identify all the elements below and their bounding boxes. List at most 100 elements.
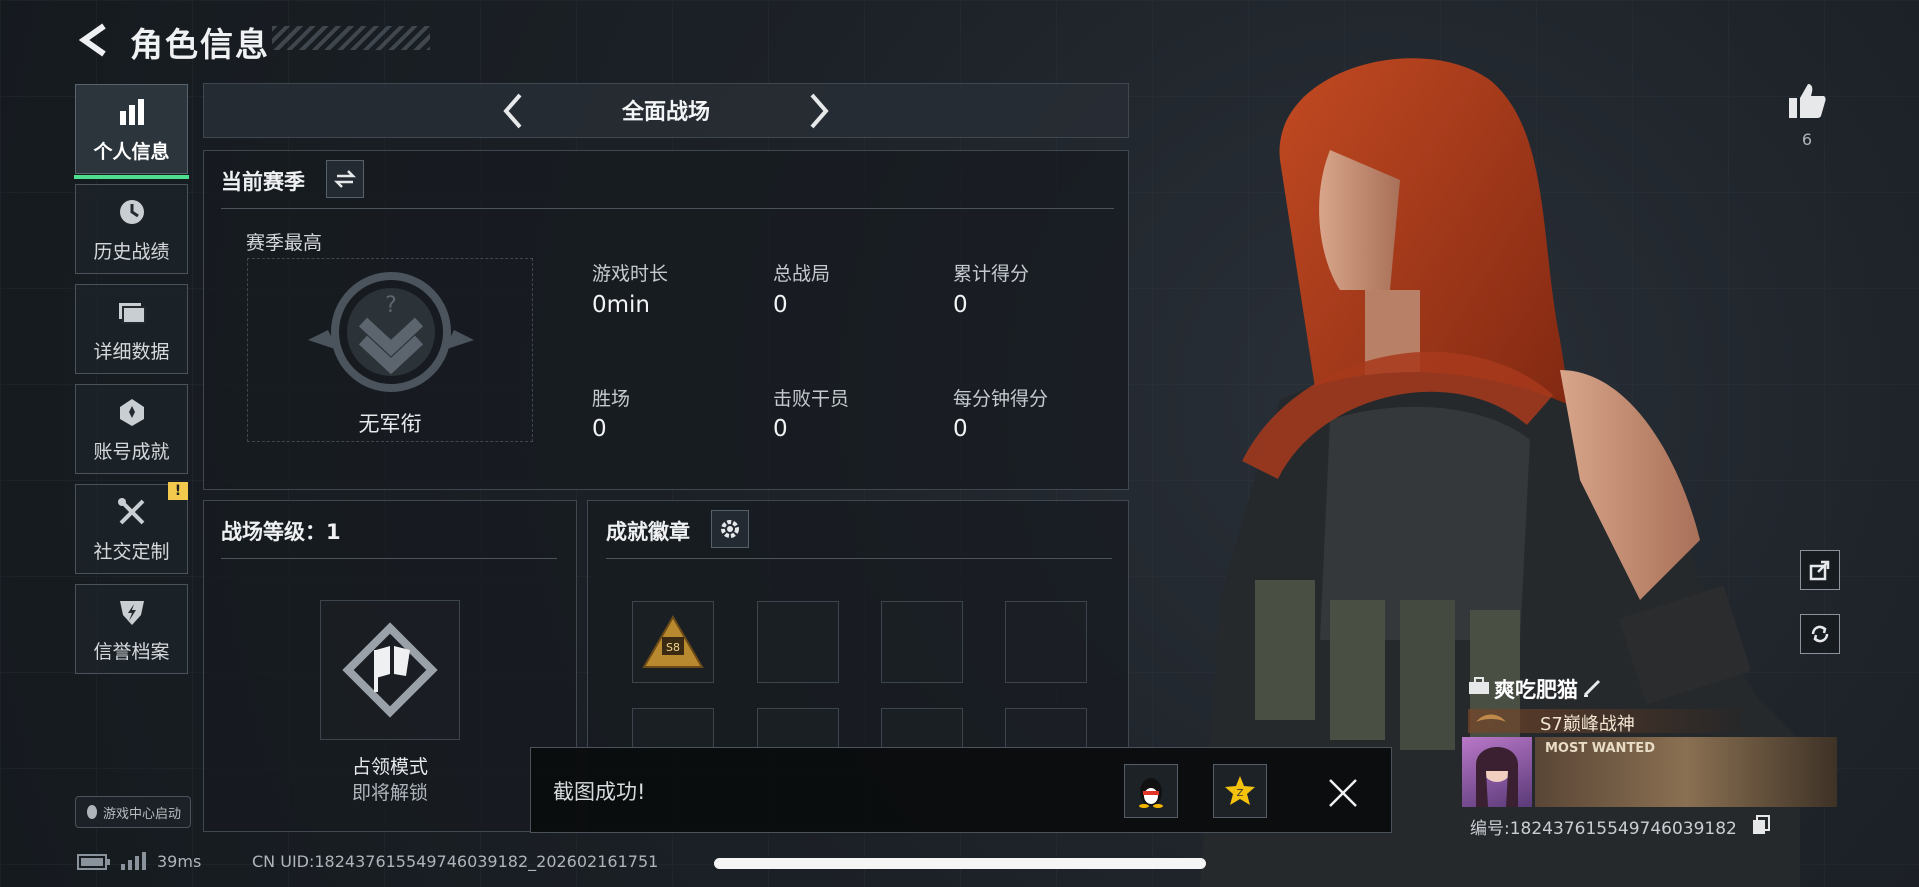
divider — [221, 558, 557, 559]
stat-value: 0 — [773, 416, 788, 442]
stat-value: 0 — [773, 292, 788, 318]
thumbs-up-icon — [1789, 84, 1826, 118]
bar-chart-icon — [115, 95, 149, 129]
clock-icon — [115, 195, 149, 229]
rank-emblem-icon: ? — [308, 272, 474, 392]
svg-text:?: ? — [385, 293, 397, 318]
share-icon — [1809, 560, 1830, 581]
uid-text: CN UID:18243761554974603918​2_2026021617… — [252, 852, 659, 871]
close-icon — [1329, 779, 1357, 807]
divider — [606, 558, 1112, 559]
nav-item-detail-data[interactable]: 详细数据 — [75, 284, 188, 374]
share-qq-button[interactable] — [1124, 764, 1178, 818]
game-center-button[interactable]: 游戏中心启动 — [75, 796, 191, 828]
nav-label: 账号成就 — [93, 441, 170, 463]
tools-icon — [115, 495, 149, 529]
title-decoration — [272, 26, 430, 50]
badge-slot[interactable] — [881, 601, 963, 683]
qq-penguin-icon — [1139, 778, 1163, 808]
stat-value: 0min — [592, 292, 651, 318]
capture-flag-icon — [342, 622, 438, 718]
name-card-banner: MOST WANTED — [1535, 737, 1837, 807]
refresh-button[interactable] — [1800, 614, 1840, 654]
battlefield-level: 战场等级：1 — [221, 520, 341, 544]
mode-icon-frame — [320, 600, 460, 740]
badge-slot-1[interactable]: S8 — [632, 601, 714, 683]
signal-icon — [121, 852, 146, 870]
like-count: 6 — [1801, 130, 1813, 149]
qq-penguin-icon — [86, 805, 97, 819]
season-best-label: 赛季最高 — [246, 232, 323, 254]
chevron-left-icon — [503, 93, 522, 129]
avatar[interactable] — [1462, 737, 1532, 807]
stat-value: 0 — [953, 292, 968, 318]
stat-value: 0 — [592, 416, 607, 442]
badge-slot[interactable] — [632, 708, 714, 748]
notification-badge: ! — [168, 482, 188, 500]
nav-label: 社交定制 — [93, 541, 170, 563]
copy-icon[interactable] — [1752, 815, 1770, 835]
share-button[interactable] — [1800, 550, 1840, 590]
stat-value: 0 — [953, 416, 968, 442]
medal-icon — [115, 395, 149, 429]
refresh-icon — [1811, 625, 1829, 643]
folder-icon — [115, 295, 149, 329]
player-title: S7巅峰战神 — [1540, 714, 1635, 735]
battery-icon — [77, 854, 110, 870]
back-button[interactable] — [74, 20, 114, 60]
svg-text:S8: S8 — [666, 641, 680, 654]
badges-settings-button[interactable] — [711, 510, 749, 548]
ping-value: 39ms — [157, 852, 202, 871]
nav-label: 历史战绩 — [93, 241, 170, 263]
shield-icon — [115, 595, 149, 629]
like-button[interactable] — [1786, 80, 1828, 122]
stat-label: 累计得分 — [953, 263, 1030, 285]
season-title: 当前赛季 — [221, 170, 305, 194]
chevron-right-icon — [810, 93, 829, 129]
nav-item-reputation[interactable]: 信誉档案 — [75, 584, 188, 674]
nav-item-history[interactable]: 历史战绩 — [75, 184, 188, 274]
stat-label: 胜场 — [592, 388, 631, 410]
rank-wing-icon — [1476, 714, 1506, 722]
game-center-label: 游戏中心启动 — [102, 806, 181, 822]
qzone-star-icon: Z — [1225, 776, 1255, 805]
divider — [221, 208, 1114, 209]
stat-label: 击败干员 — [773, 388, 850, 410]
badge-slot[interactable] — [757, 601, 839, 683]
briefcase-icon — [1469, 677, 1489, 694]
toast-message: 截图成功! — [553, 780, 646, 804]
rank-name: 无军衔 — [358, 412, 422, 436]
mode-status: 即将解锁 — [351, 782, 428, 804]
mode-title: 全面战场 — [621, 100, 710, 125]
nav-item-personal-info[interactable]: 个人信息 — [74, 84, 189, 179]
badge-slot[interactable] — [1005, 708, 1087, 748]
svg-text:Z: Z — [1237, 788, 1244, 799]
badge-slot[interactable] — [757, 708, 839, 748]
stat-label: 总战局 — [773, 263, 831, 285]
badge-slot[interactable] — [1005, 601, 1087, 683]
edit-pencil-icon[interactable] — [1582, 678, 1602, 698]
stat-label: 每分钟得分 — [953, 388, 1049, 410]
s8-badge-icon: S8 — [642, 615, 704, 668]
nav-item-achievements[interactable]: 账号成就 — [75, 384, 188, 474]
toast-close-button[interactable] — [1326, 776, 1360, 810]
player-id: 编号:1824376155497460391​82 — [1470, 819, 1737, 839]
share-qzone-button[interactable]: Z — [1213, 764, 1267, 818]
player-name: 爽吃肥猫 — [1494, 678, 1578, 702]
nav-label: 详细数据 — [93, 341, 170, 363]
mode-name: 占领模式 — [351, 756, 428, 778]
back-arrow-icon — [78, 23, 106, 57]
page-title: 角色信息 — [130, 25, 270, 64]
home-indicator[interactable] — [714, 858, 1206, 869]
swap-arrows-icon — [334, 170, 356, 188]
season-switch-button[interactable] — [326, 160, 364, 198]
stat-label: 游戏时长 — [592, 263, 669, 285]
name-card-text: MOST WANTED — [1545, 741, 1655, 756]
badge-slot[interactable] — [881, 708, 963, 748]
gear-icon — [721, 520, 739, 538]
mode-prev-button[interactable] — [496, 89, 530, 133]
badges-title: 成就徽章 — [606, 520, 690, 544]
nav-label: 个人信息 — [93, 141, 170, 163]
nav-label: 信誉档案 — [93, 641, 170, 663]
mode-next-button[interactable] — [802, 89, 836, 133]
